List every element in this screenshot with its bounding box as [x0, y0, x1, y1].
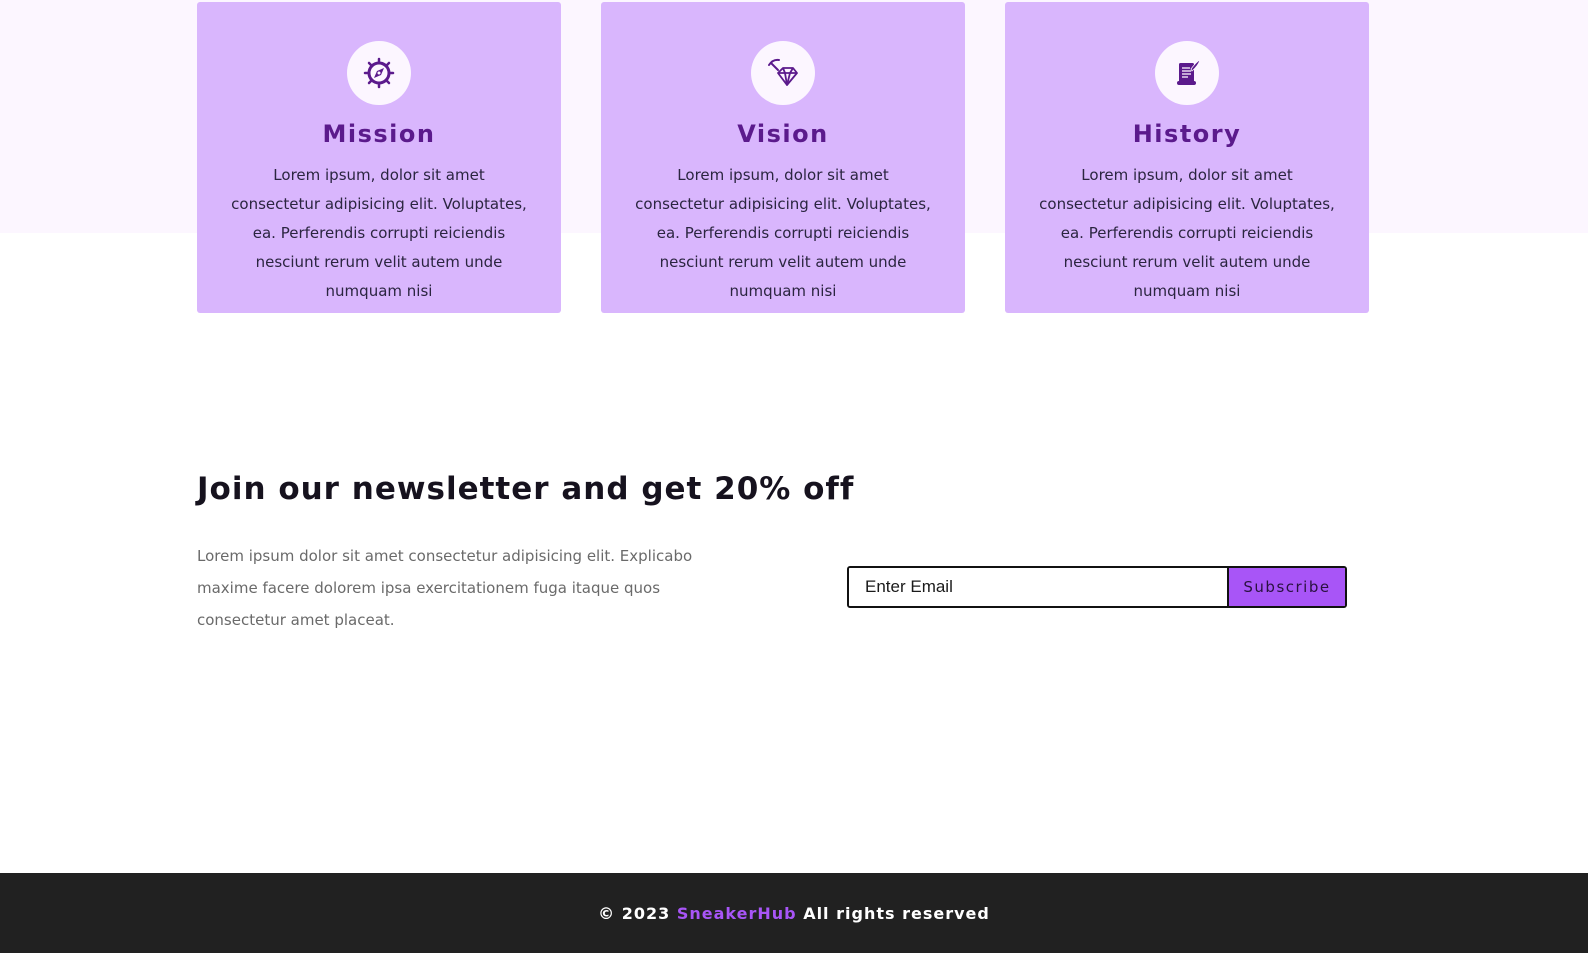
- feature-cards: Mission Lorem ipsum, dolor sit amet cons…: [197, 2, 1369, 313]
- copyright-text: © 2023 SneakerHub All rights reserved: [598, 904, 990, 923]
- subscribe-button[interactable]: Subscribe: [1227, 568, 1345, 606]
- card-mission: Mission Lorem ipsum, dolor sit amet cons…: [197, 2, 561, 313]
- card-text: Lorem ipsum, dolor sit amet consectetur …: [231, 166, 527, 300]
- scroll-quill-icon: [1177, 59, 1201, 85]
- card-text: Lorem ipsum, dolor sit amet consectetur …: [635, 166, 931, 300]
- card-title: Mission: [322, 120, 436, 148]
- copyright-suffix: All rights reserved: [803, 903, 990, 923]
- card-icon-circle: [751, 41, 815, 105]
- page: Mission Lorem ipsum, dolor sit amet cons…: [0, 0, 1588, 953]
- newsletter-form: Subscribe: [847, 566, 1347, 608]
- footer: © 2023 SneakerHub All rights reserved: [0, 873, 1588, 953]
- diamond-pickaxe-icon: [768, 58, 798, 86]
- copyright-prefix: © 2023: [598, 903, 671, 923]
- compass-icon: [363, 57, 395, 89]
- card-title: History: [1132, 120, 1242, 148]
- card-title: Vision: [737, 120, 829, 148]
- newsletter-description: Lorem ipsum dolor sit amet consectetur a…: [197, 547, 693, 629]
- card-icon-circle: [347, 41, 411, 105]
- card-vision: Vision Lorem ipsum, dolor sit amet conse…: [601, 2, 965, 313]
- card-text: Lorem ipsum, dolor sit amet consectetur …: [1039, 166, 1335, 300]
- newsletter-title: Join our newsletter and get 20% off: [197, 471, 855, 507]
- footer-brand-link[interactable]: SneakerHub: [677, 904, 797, 923]
- newsletter-section: Join our newsletter and get 20% off Lore…: [197, 466, 1347, 629]
- card-icon-circle: [1155, 41, 1219, 105]
- email-input[interactable]: [849, 568, 1227, 606]
- card-history: History Lorem ipsum, dolor sit amet cons…: [1005, 2, 1369, 313]
